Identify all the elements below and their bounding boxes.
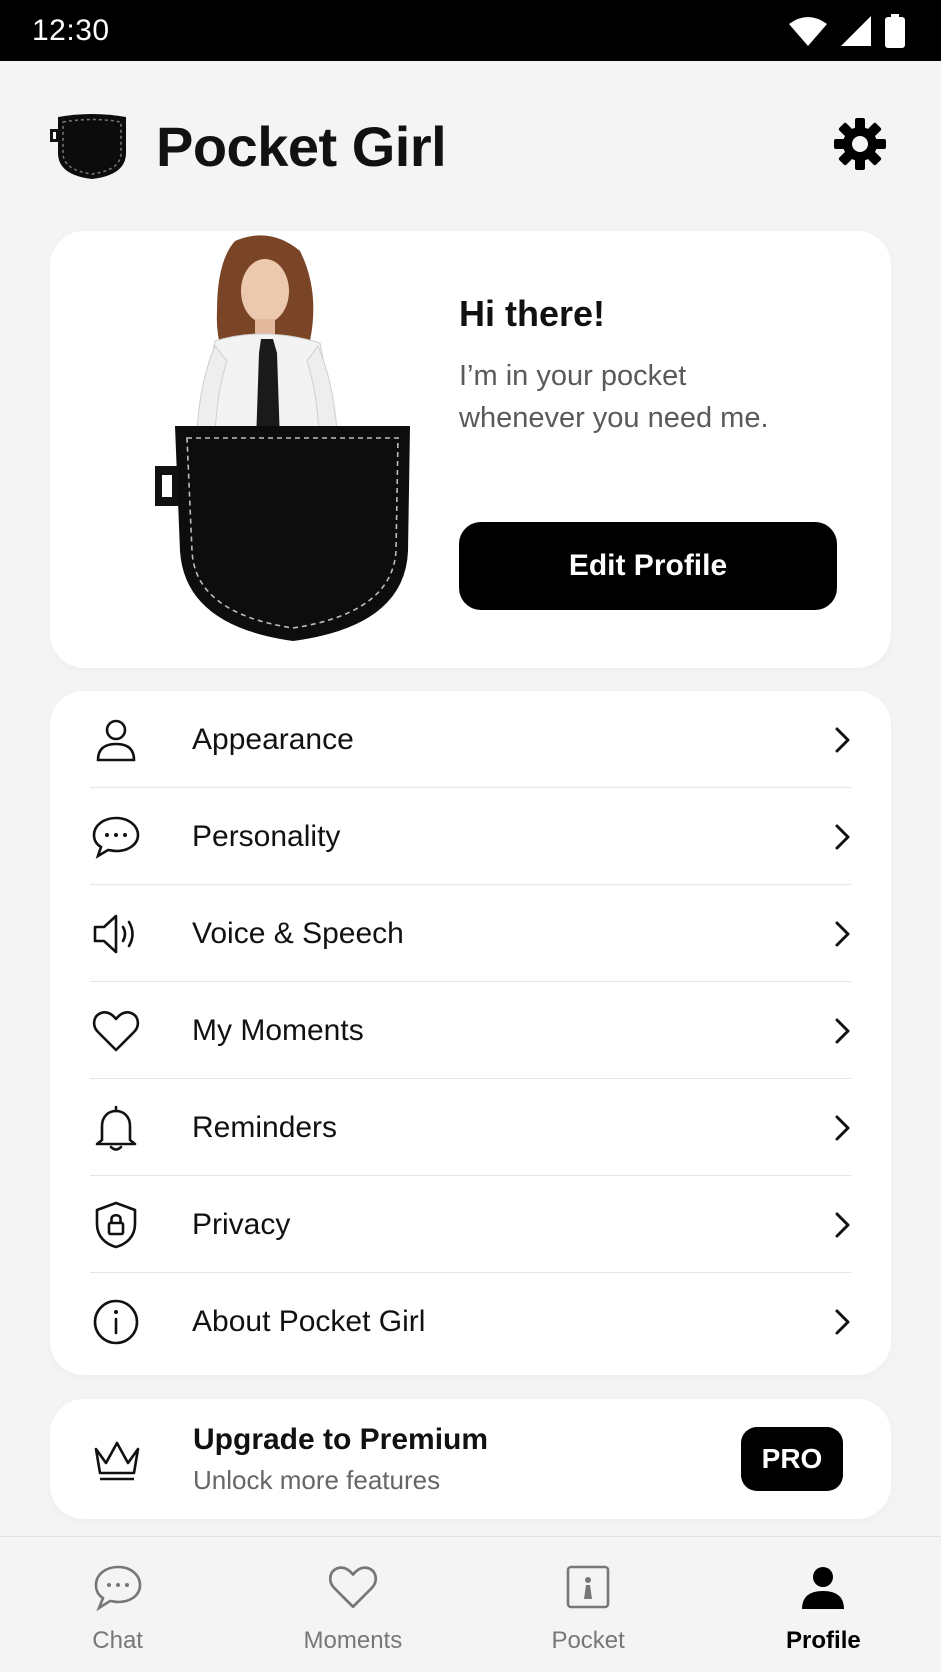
menu-item-label: Personality [192,819,341,853]
menu-item-voice-speech[interactable]: Voice & Speech [50,885,891,982]
speaker-icon [90,908,142,960]
hero-subtitle-line-2: whenever you need me. [459,402,769,434]
chevron-right-icon [835,1115,850,1140]
chevron-right-icon [835,824,850,849]
nav-label: Pocket [551,1627,625,1654]
gear-icon [834,118,886,170]
bottom-navigation: Chat Moments Pocket Profile [0,1536,941,1672]
hero-text: Hi there! I’m in your pocket whenever yo… [459,293,859,439]
menu-item-label: My Moments [192,1013,364,1047]
nav-tab-chat[interactable]: Chat [0,1537,235,1672]
menu-item-personality[interactable]: Personality [50,788,891,885]
chat-bubble-icon [90,811,142,863]
profile-hero-card: Hi there! I’m in your pocket whenever yo… [50,231,891,668]
nav-tab-pocket[interactable]: Pocket [471,1537,706,1672]
app-header: Pocket Girl [0,61,941,231]
nav-tab-profile[interactable]: Profile [706,1537,941,1672]
menu-item-label: Appearance [192,722,354,756]
menu-item-label: Voice & Speech [192,916,404,950]
bell-icon [90,1102,142,1154]
status-icons [789,13,905,48]
edit-profile-button[interactable]: Edit Profile [459,522,837,610]
info-icon [90,1296,142,1348]
heart-icon [90,1005,142,1057]
signal-icon [841,15,871,46]
crown-icon [94,1441,140,1481]
chevron-right-icon [835,1212,850,1237]
person-icon [90,714,142,766]
premium-title: Upgrade to Premium [193,1423,489,1456]
menu-item-about[interactable]: About Pocket Girl [50,1273,891,1370]
premium-subtitle: Unlock more features [193,1465,441,1495]
pocket-logo-icon [50,114,126,179]
menu-item-appearance[interactable]: Appearance [50,691,891,788]
nav-label: Chat [92,1627,143,1654]
heart-icon [325,1559,381,1615]
status-bar: 12:30 [0,0,941,61]
nav-tab-moments[interactable]: Moments [235,1537,470,1672]
menu-item-label: Reminders [192,1110,338,1144]
battery-icon [885,13,905,48]
chat-icon [90,1559,146,1615]
nav-label: Moments [303,1627,403,1654]
hero-greeting: Hi there! [459,293,606,334]
menu-item-label: Privacy [192,1207,291,1241]
menu-item-my-moments[interactable]: My Moments [50,982,891,1079]
nav-label: Profile [786,1627,861,1654]
shield-lock-icon [90,1199,142,1251]
chevron-right-icon [835,727,850,752]
settings-button[interactable] [829,113,891,175]
pro-badge: PRO [741,1427,843,1491]
hero-subtitle-line-1: I’m in your pocket [459,360,687,392]
app-title: Pocket Girl [156,114,447,178]
upgrade-premium-card[interactable]: Upgrade to Premium Unlock more features … [50,1399,891,1519]
menu-item-label: About Pocket Girl [192,1304,426,1338]
status-time: 12:30 [32,13,110,47]
settings-menu: Appearance Personality Voice & Speech My… [50,691,891,1375]
chevron-right-icon [835,1018,850,1043]
profile-icon [795,1559,851,1615]
wifi-icon [789,16,827,46]
pocket-icon [560,1559,616,1615]
menu-item-reminders[interactable]: Reminders [50,1079,891,1176]
menu-item-privacy[interactable]: Privacy [50,1176,891,1273]
pocket-girl-illustration [155,235,410,641]
chevron-right-icon [835,921,850,946]
chevron-right-icon [835,1309,850,1334]
